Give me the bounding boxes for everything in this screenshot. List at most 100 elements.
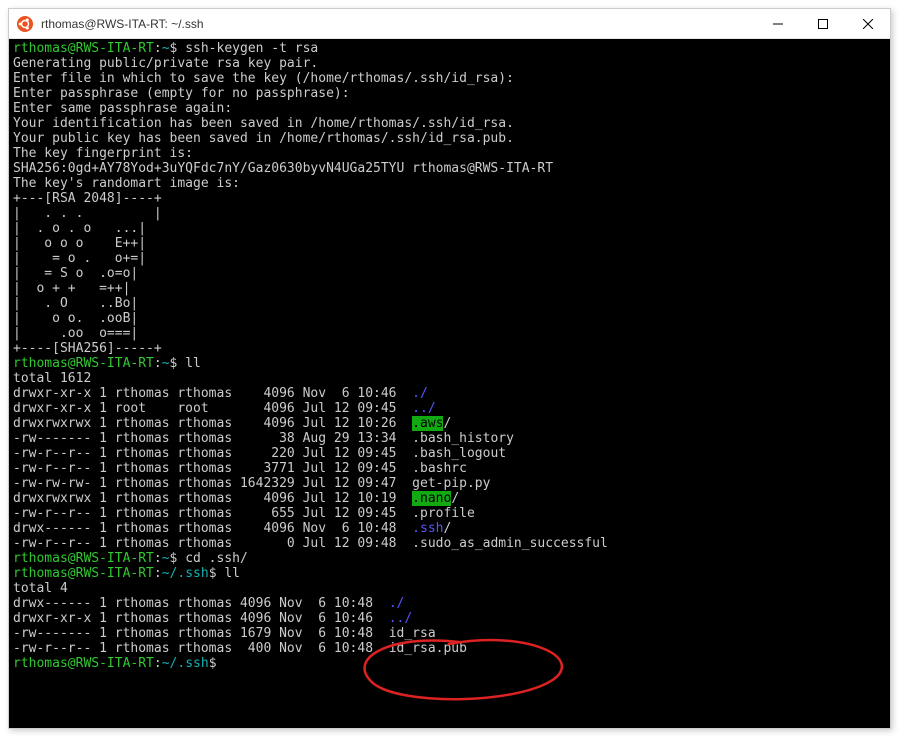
- close-button[interactable]: [845, 9, 890, 39]
- output-text: total 1612: [13, 371, 91, 386]
- terminal-line: SHA256:0gd+AY78Yod+3uYQFdc7nY/Gaz0630byv…: [13, 161, 886, 176]
- terminal-line: | . O ..Bo|: [13, 296, 886, 311]
- prompt-path: ~/.ssh: [162, 566, 209, 581]
- file-listing-row: -rw-r--r-- 1 rthomas rthomas 220 Jul 12 …: [13, 446, 886, 461]
- output-text: Enter file in which to save the key (/ho…: [13, 71, 514, 86]
- dir-name: .nano: [412, 491, 451, 506]
- terminal-line: | . . . |: [13, 206, 886, 221]
- prompt-path: ~: [162, 356, 170, 371]
- output-text: +---[RSA 2048]----+: [13, 191, 162, 206]
- file-listing-row: -rw------- 1 rthomas rthomas 38 Aug 29 1…: [13, 431, 886, 446]
- terminal-output[interactable]: rthomas@RWS-ITA-RT:~$ ssh-keygen -t rsaG…: [9, 39, 890, 728]
- terminal-line: Enter file in which to save the key (/ho…: [13, 71, 886, 86]
- output-text: The key's randomart image is:: [13, 176, 240, 191]
- output-text: | .oo o===|: [13, 326, 138, 341]
- terminal-line: | o o. .ooB|: [13, 311, 886, 326]
- terminal-line: Generating public/private rsa key pair.: [13, 56, 886, 71]
- output-text: Your identification has been saved in /h…: [13, 116, 514, 131]
- dir-name: ./: [412, 386, 428, 401]
- terminal-line: Enter same passphrase again:: [13, 101, 886, 116]
- prompt-path: ~: [162, 551, 170, 566]
- dir-name: .ssh: [412, 521, 443, 536]
- output-text: | . . . |: [13, 206, 162, 221]
- terminal-line: total 1612: [13, 371, 886, 386]
- prompt-user-host: rthomas@RWS-ITA-RT: [13, 656, 154, 671]
- terminal-line: | = S o .o=o|: [13, 266, 886, 281]
- command[interactable]: ssh-keygen -t rsa: [185, 41, 318, 56]
- terminal-line: | .oo o===|: [13, 326, 886, 341]
- file-listing-row: -rw------- 1 rthomas rthomas 1679 Nov 6 …: [13, 626, 886, 641]
- file-listing-row: -rw-rw-rw- 1 rthomas rthomas 1642329 Jul…: [13, 476, 886, 491]
- prompt-user-host: rthomas@RWS-ITA-RT: [13, 551, 154, 566]
- prompt-user-host: rthomas@RWS-ITA-RT: [13, 356, 154, 371]
- dir-name: .aws: [412, 416, 443, 431]
- terminal-line: | . o . o ...|: [13, 221, 886, 236]
- terminal-line: The key fingerprint is:: [13, 146, 886, 161]
- terminal-window: rthomas@RWS-ITA-RT: ~/.ssh rthomas@RWS-I…: [8, 8, 891, 729]
- output-text: Your public key has been saved in /home/…: [13, 131, 514, 146]
- output-text: SHA256:0gd+AY78Yod+3uYQFdc7nY/Gaz0630byv…: [13, 161, 553, 176]
- file-name: .bashrc: [412, 461, 467, 476]
- file-name: id_rsa.pub: [389, 641, 467, 656]
- file-listing-row: drwxrwxrwx 1 rthomas rthomas 4096 Jul 12…: [13, 416, 886, 431]
- file-name: .sudo_as_admin_successful: [412, 536, 608, 551]
- minimize-button[interactable]: [755, 9, 800, 39]
- prompt-user-host: rthomas@RWS-ITA-RT: [13, 566, 154, 581]
- output-text: | o o. .ooB|: [13, 311, 138, 326]
- file-listing-row: drwx------ 1 rthomas rthomas 4096 Nov 6 …: [13, 596, 886, 611]
- output-text: +----[SHA256]-----+: [13, 341, 162, 356]
- output-text: | = o . o+=|: [13, 251, 146, 266]
- terminal-line: | = o . o+=|: [13, 251, 886, 266]
- file-name: get-pip.py: [412, 476, 490, 491]
- terminal-line: | o o o E++|: [13, 236, 886, 251]
- dir-name: ../: [412, 401, 435, 416]
- terminal-line: rthomas@RWS-ITA-RT:~$ ssh-keygen -t rsa: [13, 41, 886, 56]
- terminal-line: Your public key has been saved in /home/…: [13, 131, 886, 146]
- file-name: .bash_logout: [412, 446, 506, 461]
- command[interactable]: ll: [185, 356, 201, 371]
- terminal-line: rthomas@RWS-ITA-RT:~/.ssh$ ll: [13, 566, 886, 581]
- output-text: Enter same passphrase again:: [13, 101, 232, 116]
- terminal-line: rthomas@RWS-ITA-RT:~/.ssh$: [13, 656, 886, 671]
- dir-name: ./: [389, 596, 405, 611]
- output-text: The key fingerprint is:: [13, 146, 193, 161]
- file-name: id_rsa: [389, 626, 436, 641]
- output-text: | o o o E++|: [13, 236, 146, 251]
- file-listing-row: -rw-r--r-- 1 rthomas rthomas 0 Jul 12 09…: [13, 536, 886, 551]
- ubuntu-icon: [17, 16, 33, 32]
- prompt-path: ~/.ssh: [162, 656, 209, 671]
- file-listing-row: drwxr-xr-x 1 root root 4096 Jul 12 09:45…: [13, 401, 886, 416]
- terminal-line: Your identification has been saved in /h…: [13, 116, 886, 131]
- terminal-line: +---[RSA 2048]----+: [13, 191, 886, 206]
- terminal-line: The key's randomart image is:: [13, 176, 886, 191]
- file-listing-row: drwx------ 1 rthomas rthomas 4096 Nov 6 …: [13, 521, 886, 536]
- terminal-line: | o + + =++|: [13, 281, 886, 296]
- titlebar: rthomas@RWS-ITA-RT: ~/.ssh: [9, 9, 890, 39]
- file-listing-row: -rw-r--r-- 1 rthomas rthomas 3771 Jul 12…: [13, 461, 886, 476]
- file-listing-row: -rw-r--r-- 1 rthomas rthomas 655 Jul 12 …: [13, 506, 886, 521]
- terminal-line: total 4: [13, 581, 886, 596]
- prompt-path: ~: [162, 41, 170, 56]
- output-text: | . O ..Bo|: [13, 296, 138, 311]
- command[interactable]: ll: [224, 566, 240, 581]
- output-text: total 4: [13, 581, 68, 596]
- prompt-user-host: rthomas@RWS-ITA-RT: [13, 41, 154, 56]
- terminal-line: rthomas@RWS-ITA-RT:~$ cd .ssh/: [13, 551, 886, 566]
- output-text: | . o . o ...|: [13, 221, 146, 236]
- command[interactable]: cd .ssh/: [185, 551, 248, 566]
- output-text: | = S o .o=o|: [13, 266, 138, 281]
- output-text: Generating public/private rsa key pair.: [13, 56, 318, 71]
- window-title: rthomas@RWS-ITA-RT: ~/.ssh: [41, 17, 755, 31]
- dir-name: ../: [389, 611, 412, 626]
- output-text: Enter passphrase (empty for no passphras…: [13, 86, 350, 101]
- terminal-line: Enter passphrase (empty for no passphras…: [13, 86, 886, 101]
- maximize-button[interactable]: [800, 9, 845, 39]
- file-name: .profile: [412, 506, 475, 521]
- file-listing-row: drwxr-xr-x 1 rthomas rthomas 4096 Nov 6 …: [13, 386, 886, 401]
- file-name: .bash_history: [412, 431, 514, 446]
- file-listing-row: drwxr-xr-x 1 rthomas rthomas 4096 Nov 6 …: [13, 611, 886, 626]
- file-listing-row: drwxrwxrwx 1 rthomas rthomas 4096 Jul 12…: [13, 491, 886, 506]
- file-listing-row: -rw-r--r-- 1 rthomas rthomas 400 Nov 6 1…: [13, 641, 886, 656]
- terminal-line: +----[SHA256]-----+: [13, 341, 886, 356]
- output-text: | o + + =++|: [13, 281, 130, 296]
